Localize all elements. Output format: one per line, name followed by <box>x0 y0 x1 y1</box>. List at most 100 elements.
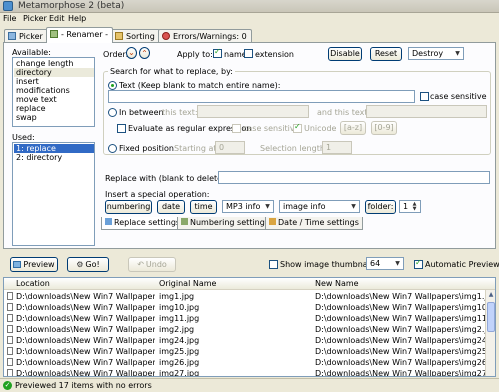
starting-at-input[interactable]: 0 <box>215 141 245 154</box>
apply-extension-checkbox[interactable] <box>244 49 253 58</box>
menu-help[interactable]: Help <box>68 14 86 23</box>
table-row[interactable]: D:\downloads\New Win7 Wallpapers img11.j… <box>4 313 486 324</box>
numbering-icon <box>181 218 188 225</box>
list-item[interactable]: swap <box>16 113 37 122</box>
app-icon <box>3 1 13 11</box>
mp3-select[interactable]: MP3 info ▼ <box>222 200 274 213</box>
and-this-text-input[interactable] <box>366 105 487 118</box>
file-icon <box>7 292 13 300</box>
table-header: Location Original Name New Name <box>4 278 495 290</box>
az-button[interactable]: [a-z] <box>340 121 366 135</box>
disable-button[interactable]: Disable <box>328 47 362 61</box>
file-icon <box>7 347 13 355</box>
used-item-selected[interactable]: 1: replace <box>14 144 94 153</box>
order-down-button[interactable]: ⌄ <box>126 47 137 59</box>
preview-icon <box>13 261 22 268</box>
digits-button[interactable]: [0-9] <box>371 121 397 135</box>
eval-regex-checkbox[interactable] <box>117 124 126 133</box>
table-row[interactable]: D:\downloads\New Win7 Wallpapers img24.j… <box>4 335 486 346</box>
thumbnail-size-select[interactable]: 64 ▼ <box>366 257 404 270</box>
used-item[interactable]: 2: directory <box>16 153 62 162</box>
list-item[interactable]: change length <box>16 59 73 68</box>
undo-icon: ↶ <box>137 260 144 269</box>
preview-button[interactable]: Preview <box>10 257 58 272</box>
tab-numbering-settings[interactable]: Numbering settings <box>177 217 273 230</box>
regex-case-label: case sensitive <box>243 124 300 133</box>
and-this-text-label: and this text: <box>317 108 371 117</box>
file-preview-table[interactable]: Location Original Name New Name D:\downl… <box>3 277 496 377</box>
order-label: Order: <box>103 50 129 59</box>
order-up-button[interactable]: ⌃ <box>139 47 150 59</box>
show-thumbnails-label: Show image thumbnails <box>280 260 377 269</box>
search-text-input[interactable] <box>108 90 415 103</box>
fixed-position-radio[interactable] <box>108 144 117 153</box>
used-list[interactable]: 1: replace 2: directory <box>12 142 95 246</box>
apply-name-checkbox[interactable] <box>213 47 222 58</box>
list-item-selected[interactable]: directory <box>14 68 94 77</box>
selection-length-label: Selection length: <box>260 144 328 153</box>
column-original-name[interactable]: Original Name <box>159 279 216 288</box>
undo-button[interactable]: ↶ Undo <box>128 257 176 272</box>
folder-depth-spinner[interactable]: 1 ▲ ▼ <box>399 200 421 213</box>
show-thumbnails-checkbox[interactable] <box>269 260 278 269</box>
numbering-button[interactable]: numbering <box>105 200 152 214</box>
date-button[interactable]: date <box>157 200 185 214</box>
list-item[interactable]: insert <box>16 77 39 86</box>
auto-preview-checkbox[interactable] <box>414 258 423 269</box>
scroll-up-icon[interactable]: ▲ <box>487 291 495 300</box>
go-button[interactable]: ⚙ Go! <box>67 257 109 272</box>
column-location[interactable]: Location <box>16 279 50 288</box>
menu-edit[interactable]: Edit <box>49 14 65 23</box>
image-info-select[interactable]: image info ▼ <box>279 200 360 213</box>
available-list[interactable]: change length directory insert modificat… <box>12 57 95 127</box>
folder-button[interactable]: folder: <box>365 200 396 214</box>
available-label: Available: <box>12 48 51 57</box>
selection-length-input[interactable]: 1 <box>322 141 352 154</box>
tab-replace-settings[interactable]: Replace settings <box>101 217 185 230</box>
this-text-input[interactable] <box>197 105 309 118</box>
tab-renamer[interactable]: - Renamer - <box>46 27 113 43</box>
vertical-scrollbar[interactable]: ▲ <box>485 290 495 376</box>
menu-picker[interactable]: Picker <box>23 14 47 23</box>
fixed-position-label: Fixed position <box>119 144 174 153</box>
regex-case-checkbox[interactable] <box>232 124 241 133</box>
table-row[interactable]: D:\downloads\New Win7 Wallpapers img26.j… <box>4 357 486 368</box>
tab-sorting[interactable]: Sorting <box>111 29 160 43</box>
in-between-radio[interactable] <box>108 108 117 117</box>
menu-file[interactable]: File <box>3 14 16 23</box>
text-radio[interactable] <box>108 81 117 90</box>
replace-icon <box>105 218 112 225</box>
list-item[interactable]: replace <box>16 104 46 113</box>
tab-picker[interactable]: Picker <box>4 29 48 43</box>
list-item[interactable]: modifications <box>16 86 70 95</box>
replace-with-label: Replace with (blank to delete): <box>105 174 228 183</box>
reset-button[interactable]: Reset <box>370 47 402 61</box>
menu-bar: File Picker Edit Help <box>0 13 499 25</box>
renamer-icon <box>50 30 58 38</box>
table-row[interactable]: D:\downloads\New Win7 Wallpapers img2.jp… <box>4 324 486 335</box>
picker-icon <box>8 32 16 40</box>
replace-with-input[interactable] <box>218 171 490 184</box>
table-row[interactable]: D:\downloads\New Win7 Wallpapers img10.j… <box>4 302 486 313</box>
ok-icon: ✓ <box>3 381 12 390</box>
destroy-select[interactable]: Destroy ▼ <box>408 47 464 60</box>
tab-errors[interactable]: Errors/Warnings: 0 <box>158 29 252 43</box>
go-icon: ⚙ <box>76 260 84 269</box>
table-row[interactable]: D:\downloads\New Win7 Wallpapers img25.j… <box>4 346 486 357</box>
main-tabs: Picker - Renamer - Sorting Errors/Warnin… <box>0 27 499 43</box>
window-title: Metamorphose 2 (beta) <box>18 1 125 11</box>
scrollbar-thumb[interactable] <box>487 302 495 332</box>
column-new-name[interactable]: New Name <box>315 279 359 288</box>
list-item[interactable]: move text <box>16 95 57 104</box>
status-text: Previewed 17 items with no errors <box>15 381 152 390</box>
tab-date-time-settings[interactable]: Date / Time settings <box>265 217 363 230</box>
case-sensitive-checkbox[interactable] <box>420 92 429 101</box>
unicode-checkbox[interactable] <box>293 122 302 133</box>
time-button[interactable]: time <box>190 200 217 214</box>
in-between-label: In between <box>119 108 164 117</box>
insert-special-label: Insert a special operation: <box>105 190 210 199</box>
chevron-down-icon: ▼ <box>351 203 356 210</box>
table-row[interactable]: D:\downloads\New Win7 Wallpapers img1.jp… <box>4 291 486 302</box>
status-bar: ✓ Previewed 17 items with no errors <box>0 378 499 392</box>
table-row[interactable]: D:\downloads\New Win7 Wallpapers img27.j… <box>4 368 486 376</box>
